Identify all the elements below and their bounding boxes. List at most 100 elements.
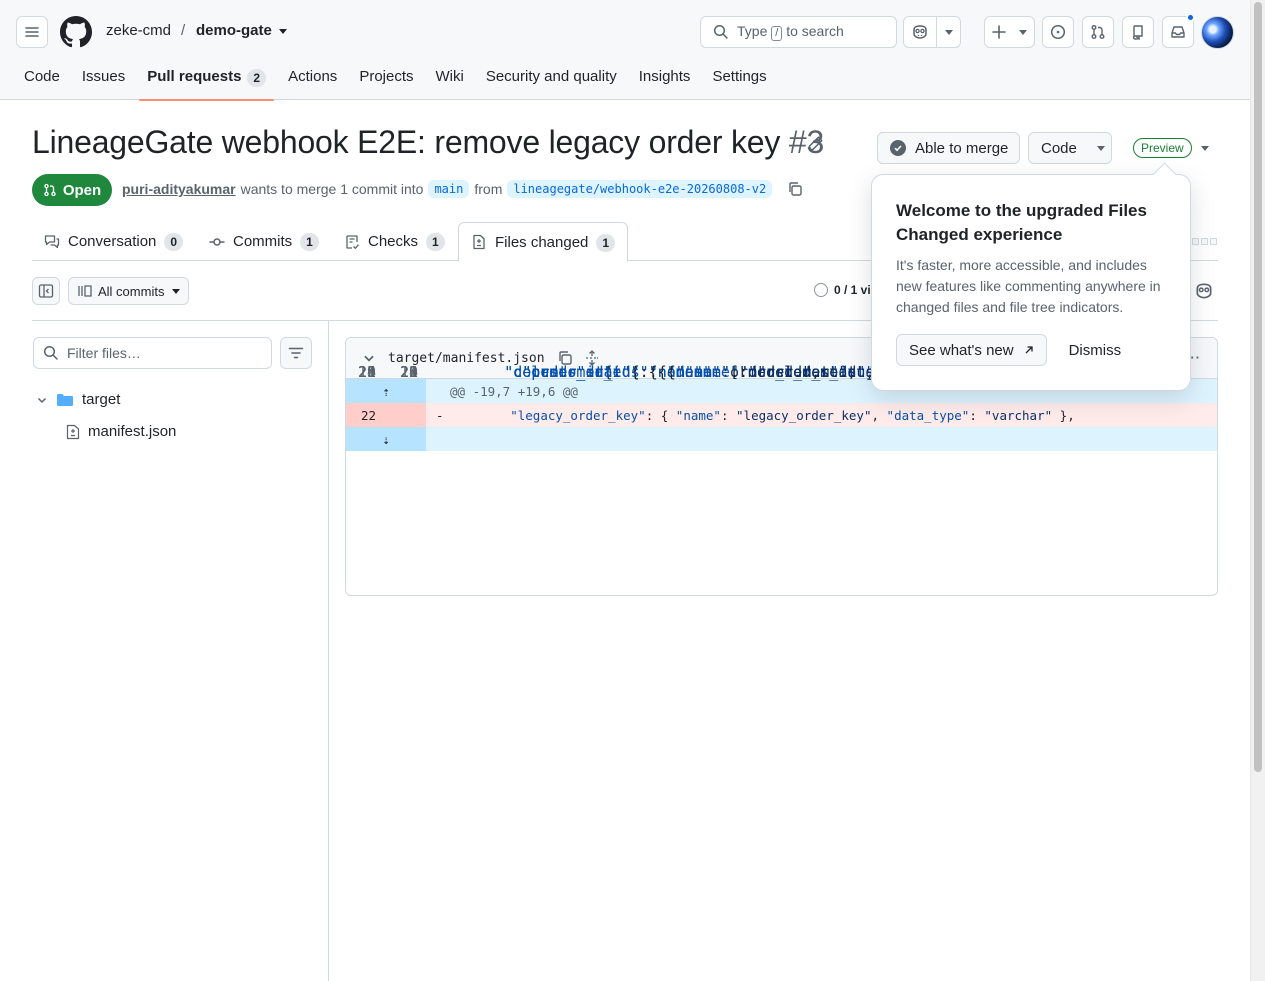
repo-menu-chevron-icon[interactable]	[279, 29, 287, 34]
search-shortcut-key: /	[771, 26, 783, 41]
git-pull-request-icon	[1091, 25, 1105, 39]
git-commit-icon	[209, 237, 225, 246]
see-whats-new-button[interactable]: See what's new	[896, 334, 1047, 366]
copilot-icon[interactable]	[1194, 281, 1214, 301]
tab-issues[interactable]: Issues	[74, 59, 139, 100]
commits-filter-button[interactable]: All commits	[68, 277, 189, 305]
chevron-down-icon	[172, 288, 181, 294]
chevron-down-icon	[37, 397, 47, 403]
context-separator: /	[181, 22, 186, 39]
preview-badge[interactable]: Preview	[1133, 138, 1192, 158]
new-line-number[interactable]	[386, 403, 426, 427]
old-line-number[interactable]: 22	[346, 403, 386, 427]
search-input[interactable]: Type / to search	[700, 16, 897, 48]
folder-icon	[57, 393, 73, 406]
tree-folder-label: target	[82, 391, 121, 408]
scrollbar-thumb[interactable]	[1254, 2, 1262, 772]
tree-file-manifest[interactable]: manifest.json	[66, 423, 176, 440]
commits-count: 1	[300, 233, 319, 251]
dismiss-button[interactable]: Dismiss	[1067, 342, 1124, 359]
search-icon	[713, 24, 728, 39]
edit-pencil-icon[interactable]	[806, 135, 824, 153]
issues-button[interactable]	[1042, 16, 1074, 48]
checks-count: 1	[426, 233, 445, 251]
tab-commits[interactable]: Commits 1	[209, 222, 319, 261]
popover-title: Welcome to the upgraded Files Changed ex…	[896, 201, 1147, 244]
tree-folder-target[interactable]: target	[36, 391, 120, 408]
tab-checks[interactable]: Checks 1	[344, 222, 445, 261]
copilot-split-button[interactable]	[903, 16, 961, 48]
new-line-number[interactable]: 24	[386, 360, 426, 384]
copilot-button[interactable]	[904, 17, 936, 47]
tab-files-changed[interactable]: Files changed 1	[458, 222, 629, 262]
conversation-count: 0	[164, 233, 184, 251]
tab-pull-requests[interactable]: Pull requests 2	[139, 59, 280, 101]
merge-status-button[interactable]: Able to merge	[877, 132, 1020, 164]
repo-nav: Code Issues Pull requests 2 Actions Proje…	[16, 59, 781, 101]
avatar[interactable]	[1201, 16, 1234, 49]
code-button[interactable]: Code	[1028, 132, 1112, 164]
copilot-icon	[913, 25, 927, 39]
status-badge: Open	[32, 174, 112, 206]
notification-indicator	[1186, 13, 1195, 22]
git-pull-request-icon	[44, 183, 56, 197]
tab-projects[interactable]: Projects	[351, 59, 427, 100]
files-changed-count: 1	[596, 233, 616, 252]
github-logo-icon[interactable]	[60, 16, 92, 48]
filter-options-button[interactable]	[280, 337, 312, 369]
search-icon	[43, 345, 58, 360]
author-link[interactable]: puri-adityakumar	[122, 181, 236, 197]
head-branch-label[interactable]: lineagegate/webhook-e2e-20260808-v2	[507, 180, 773, 198]
repo-owner-link[interactable]: zeke-cmd	[106, 22, 171, 39]
diff-marker: -	[436, 407, 444, 423]
pull-requests-count: 2	[247, 69, 267, 87]
divider	[328, 321, 329, 981]
old-line-number[interactable]: 25	[346, 360, 386, 384]
tab-insights[interactable]: Insights	[631, 59, 705, 100]
files-changed-popover: Welcome to the upgraded Files Changed ex…	[871, 174, 1191, 391]
meta-text: wants to merge 1 commit into	[240, 181, 424, 197]
viewed-files-counter[interactable]: 0 / 1 vi	[814, 283, 871, 297]
toggle-file-tree-button[interactable]	[32, 277, 60, 305]
hunk-footer-row: ⇣	[346, 427, 1217, 451]
status-label: Open	[62, 181, 102, 199]
code-button-label: Code	[1041, 139, 1077, 157]
git-compare-icon	[78, 285, 92, 297]
tab-actions[interactable]: Actions	[280, 59, 351, 100]
search-suffix: to search	[786, 23, 844, 39]
see-whats-new-label: See what's new	[909, 341, 1014, 359]
filter-files-input[interactable]: Filter files…	[33, 337, 272, 369]
copilot-menu-button[interactable]	[936, 17, 960, 47]
create-new-button[interactable]	[984, 16, 1035, 48]
expand-down-icon[interactable]: ⇣	[346, 427, 426, 451]
chevron-down-icon	[944, 29, 953, 35]
tab-settings[interactable]: Settings	[704, 59, 780, 100]
filter-icon	[288, 347, 304, 359]
diffstat-indicator	[1192, 238, 1217, 245]
copy-icon[interactable]	[787, 181, 803, 197]
file-diff-icon	[66, 424, 80, 439]
tab-security[interactable]: Security and quality	[478, 59, 631, 100]
viewed-label: 0 / 1 vi	[834, 283, 871, 297]
plus-icon	[985, 17, 1013, 47]
inbox-icon	[1171, 26, 1185, 38]
tab-code[interactable]: Code	[16, 59, 74, 100]
pr-meta: puri-adityakumar wants to merge 1 commit…	[122, 180, 803, 198]
hamburger-icon	[25, 27, 39, 37]
tab-wiki[interactable]: Wiki	[428, 59, 478, 100]
page-scrollbar[interactable]	[1250, 0, 1265, 981]
tab-conversation[interactable]: Conversation 0	[44, 222, 184, 261]
hunk-footer	[426, 427, 1217, 451]
pr-title-text: LineageGate webhook E2E: remove legacy o…	[32, 124, 781, 160]
menu-button[interactable]	[16, 16, 48, 48]
popover-body: It's faster, more accessible, and includ…	[896, 257, 1161, 315]
base-branch-label[interactable]: main	[428, 180, 470, 198]
tree-file-label: manifest.json	[88, 423, 177, 440]
repo-name-link[interactable]: demo-gate	[196, 22, 272, 39]
repositories-button[interactable]	[1122, 16, 1154, 48]
file-diff-icon	[473, 234, 485, 250]
diff-deleted-row: 22 - "legacy_order_key": { "name": "legac…	[346, 403, 1217, 427]
diff-code-text: "legacy_order_key": { "name": "legacy_or…	[510, 407, 1075, 423]
preview-chevron-down-icon[interactable]	[1201, 146, 1209, 151]
pull-requests-button[interactable]	[1082, 16, 1114, 48]
